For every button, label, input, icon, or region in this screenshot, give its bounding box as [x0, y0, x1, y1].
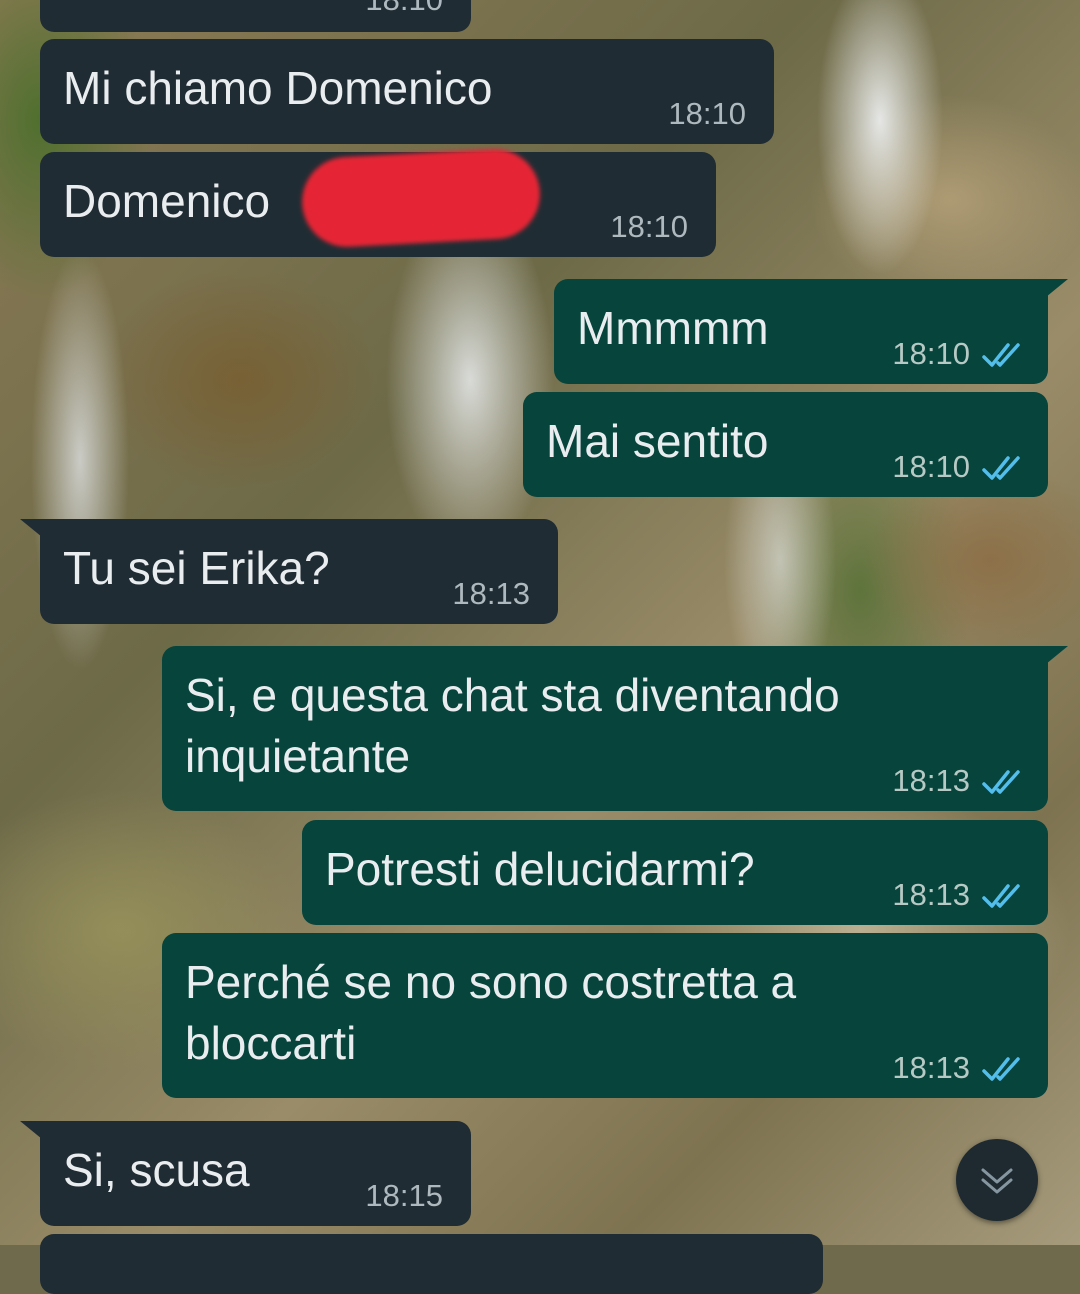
double-check-icon [982, 884, 1020, 908]
message-text: Mi chiamo Domenico [63, 62, 493, 114]
message-bubble-outgoing[interactable]: Mai sentito 18:10 [523, 392, 1048, 497]
redaction-scribble [299, 146, 543, 250]
double-check-icon [982, 770, 1020, 794]
message-bubble-incoming[interactable] [40, 1234, 823, 1294]
bubble-tail [20, 519, 42, 537]
message-bubble-outgoing[interactable]: Perché se no sono costretta a bloccarti … [162, 933, 1048, 1098]
message-text: Domenico [63, 175, 271, 227]
message-text: Potresti delucidarmi? [325, 843, 755, 895]
bubble-tail [1046, 646, 1068, 664]
scroll-to-bottom-button[interactable] [956, 1139, 1038, 1221]
message-bubble-outgoing[interactable]: Si, e questa chat sta diventando inquiet… [162, 646, 1048, 811]
message-time: 18:10 [892, 449, 970, 484]
bubble-tail [20, 1121, 42, 1139]
message-bubble-incoming[interactable]: 18:10 [40, 0, 471, 32]
double-check-icon [982, 1057, 1020, 1081]
message-bubble-incoming[interactable]: Mi chiamo Domenico 18:10 [40, 39, 774, 144]
double-check-icon [982, 456, 1020, 480]
message-time: 18:15 [365, 1178, 443, 1213]
message-time: 18:10 [668, 96, 746, 131]
message-text: Mmmmm [577, 302, 769, 354]
bubble-tail [1046, 279, 1068, 297]
message-text: Perché se no sono costretta a bloccarti [185, 956, 797, 1069]
message-time: 18:13 [892, 877, 970, 912]
message-time: 18:10 [610, 209, 688, 244]
double-check-icon [982, 343, 1020, 367]
message-bubble-incoming[interactable]: Tu sei Erika? 18:13 [40, 519, 558, 624]
message-bubble-outgoing[interactable]: Mmmmm 18:10 [554, 279, 1048, 384]
message-time: 18:13 [892, 763, 970, 798]
message-time: 18:10 [892, 336, 970, 371]
message-bubble-incoming[interactable]: Si, scusa 18:15 [40, 1121, 471, 1226]
message-time: 18:13 [452, 576, 530, 611]
message-time: 18:13 [892, 1050, 970, 1085]
message-text: Mai sentito [546, 415, 769, 467]
message-text: Si, scusa [63, 1144, 250, 1196]
message-time: 18:10 [365, 0, 443, 18]
chevron-down-icon [981, 1168, 1013, 1194]
message-text: Tu sei Erika? [63, 542, 330, 594]
message-text: Si, e questa chat sta diventando inquiet… [185, 669, 840, 782]
message-bubble-outgoing[interactable]: Potresti delucidarmi? 18:13 [302, 820, 1048, 925]
